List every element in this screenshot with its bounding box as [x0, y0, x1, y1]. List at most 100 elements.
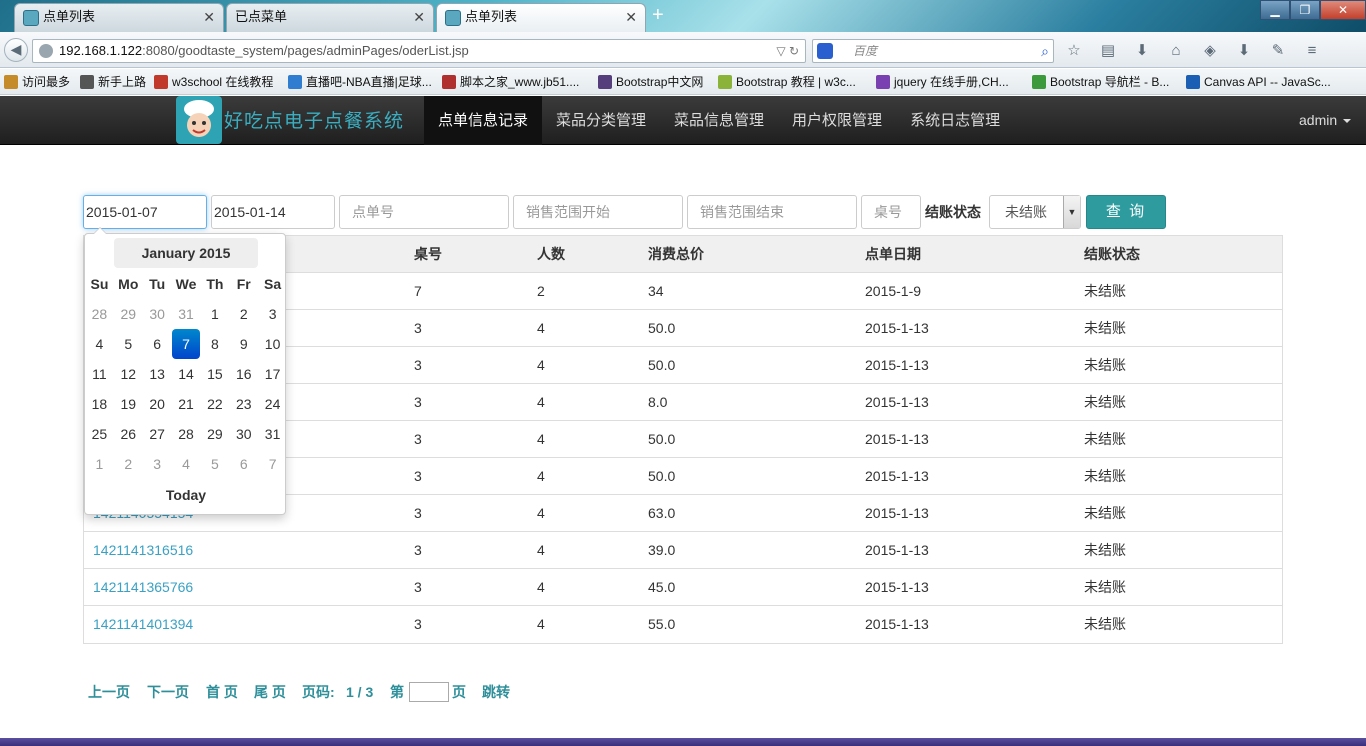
app-brand[interactable]: 好吃点电子点餐系统 — [224, 106, 404, 133]
datepicker-day[interactable]: 21 — [172, 389, 201, 419]
datepicker-day[interactable]: 31 — [258, 419, 287, 449]
datepicker-day[interactable]: 30 — [143, 299, 172, 329]
datepicker-day[interactable]: 29 — [200, 419, 229, 449]
nav-dish-category[interactable]: 菜品分类管理 — [542, 96, 660, 145]
jump-link[interactable]: 跳转 — [482, 680, 510, 704]
close-tab-icon[interactable]: ✕ — [413, 4, 425, 30]
datepicker-day[interactable]: 18 — [85, 389, 114, 419]
bookmark-item[interactable]: 脚本之家_www.jb51.... — [442, 69, 579, 94]
datepicker-day[interactable]: 5 — [200, 449, 229, 479]
close-tab-icon[interactable]: ✕ — [203, 4, 215, 30]
addon-icon[interactable]: ◈ — [1198, 40, 1222, 62]
address-bar[interactable]: 192.168.1.122:8080/goodtaste_system/page… — [32, 39, 806, 63]
reload-icon[interactable]: ▽ ↻ — [776, 40, 799, 62]
datepicker-day[interactable]: 25 — [85, 419, 114, 449]
end-date-input[interactable]: 2015-01-14 — [211, 195, 335, 229]
table-no-input[interactable]: 桌号 — [861, 195, 921, 229]
cell-order-no[interactable]: 1421141316516 — [93, 532, 193, 568]
datepicker-day[interactable]: 29 — [114, 299, 143, 329]
datepicker-day[interactable]: 11 — [85, 359, 114, 389]
datepicker-day[interactable]: 19 — [114, 389, 143, 419]
datepicker-day[interactable]: 3 — [258, 299, 287, 329]
datepicker-day[interactable]: 8 — [200, 329, 229, 359]
datepicker-day[interactable]: 4 — [85, 329, 114, 359]
tools-icon[interactable]: ✎ — [1266, 40, 1290, 62]
datepicker-day[interactable]: 13 — [143, 359, 172, 389]
datepicker-day[interactable]: 7 — [258, 449, 287, 479]
minimize-icon[interactable]: ▁ — [1260, 0, 1290, 20]
bookmark-item[interactable]: jquery 在线手册,CH... — [876, 69, 1009, 94]
prev-page-link[interactable]: 上一页 — [88, 680, 130, 704]
datepicker-day[interactable]: 2 — [114, 449, 143, 479]
datepicker-day[interactable]: 3 — [143, 449, 172, 479]
window-close-icon[interactable]: ✕ — [1320, 0, 1366, 20]
bookmark-item[interactable]: 新手上路 — [80, 69, 146, 94]
datepicker-month-switch[interactable]: January 2015 — [114, 238, 258, 268]
bookmark-item[interactable]: Bootstrap 导航栏 - B... — [1032, 69, 1169, 94]
datepicker-day[interactable]: 31 — [172, 299, 201, 329]
browser-tab-active[interactable]: 点单列表 ✕ — [436, 3, 646, 32]
menu-icon[interactable]: ≡ — [1300, 40, 1324, 62]
datepicker-day[interactable]: 16 — [229, 359, 258, 389]
datepicker-day[interactable]: 24 — [258, 389, 287, 419]
query-button[interactable]: 查 询 — [1086, 195, 1166, 229]
bookmark-item[interactable]: 访问最多 — [4, 69, 70, 94]
start-date-input[interactable]: 2015-01-07 — [83, 195, 207, 229]
datepicker-day[interactable]: 26 — [114, 419, 143, 449]
close-tab-icon[interactable]: ✕ — [625, 4, 637, 30]
datepicker-day[interactable]: 2 — [229, 299, 258, 329]
nav-system-log[interactable]: 系统日志管理 — [896, 96, 1014, 145]
back-icon[interactable]: ◀ — [4, 38, 28, 62]
cell-order-no[interactable]: 1421141365766 — [93, 569, 193, 605]
datepicker-day[interactable]: 22 — [200, 389, 229, 419]
search-icon[interactable]: ⌕ — [1041, 40, 1049, 62]
browser-tab[interactable]: 点单列表 ✕ — [14, 3, 224, 32]
maximize-icon[interactable]: ❐ — [1290, 0, 1320, 20]
datepicker-day[interactable]: 12 — [114, 359, 143, 389]
datepicker-day[interactable]: 20 — [143, 389, 172, 419]
datepicker-day-selected[interactable]: 7 — [171, 329, 201, 359]
downloads-arrow-icon[interactable]: ⬇ — [1130, 40, 1154, 62]
bookmark-star-icon[interactable]: ☆ — [1062, 40, 1086, 62]
datepicker-day[interactable]: 1 — [200, 299, 229, 329]
next-page-link[interactable]: 下一页 — [147, 680, 189, 704]
bookmark-item[interactable]: Bootstrap中文网 — [598, 69, 703, 94]
nav-order-records[interactable]: 点单信息记录 — [424, 96, 543, 145]
nav-user-permissions[interactable]: 用户权限管理 — [778, 96, 896, 145]
goto-page-input[interactable] — [409, 682, 449, 702]
bookmark-item[interactable]: Bootstrap 教程 | w3c... — [718, 69, 856, 94]
datepicker-day[interactable]: 4 — [172, 449, 201, 479]
bookmarks-list-icon[interactable]: ▤ — [1096, 40, 1120, 62]
datepicker-day[interactable]: 6 — [143, 329, 172, 359]
last-page-link[interactable]: 尾 页 — [254, 680, 286, 704]
sales-range-start-input[interactable]: 销售范围开始 — [513, 195, 683, 229]
status-select[interactable]: 未结账 ▼ — [989, 195, 1081, 229]
datepicker-day[interactable]: 15 — [200, 359, 229, 389]
datepicker-day[interactable]: 28 — [85, 299, 114, 329]
datepicker-day[interactable]: 9 — [229, 329, 258, 359]
nav-dish-info[interactable]: 菜品信息管理 — [660, 96, 778, 145]
datepicker-today-button[interactable]: Today — [85, 480, 287, 510]
datepicker-day[interactable]: 30 — [229, 419, 258, 449]
sales-range-end-input[interactable]: 销售范围结束 — [687, 195, 857, 229]
datepicker-day[interactable]: 27 — [143, 419, 172, 449]
bookmark-item[interactable]: 直播吧-NBA直播|足球... — [288, 69, 432, 94]
datepicker-day[interactable]: 23 — [229, 389, 258, 419]
datepicker-day[interactable]: 5 — [114, 329, 143, 359]
new-tab-icon[interactable]: + — [652, 4, 664, 26]
order-no-input[interactable]: 点单号 — [339, 195, 509, 229]
bookmark-item[interactable]: Canvas API -- JavaSc... — [1186, 69, 1331, 94]
user-menu[interactable]: admin — [1299, 96, 1352, 145]
datepicker-day[interactable]: 28 — [172, 419, 201, 449]
browser-tab[interactable]: 已点菜单 ✕ — [226, 3, 434, 32]
first-page-link[interactable]: 首 页 — [206, 680, 238, 704]
home-icon[interactable]: ⌂ — [1164, 40, 1188, 62]
datepicker-day[interactable]: 1 — [85, 449, 114, 479]
search-input[interactable]: 百度 ⌕ — [812, 39, 1054, 63]
cell-order-no[interactable]: 1421141401394 — [93, 606, 193, 642]
datepicker-day[interactable]: 6 — [229, 449, 258, 479]
datepicker-day[interactable]: 10 — [258, 329, 287, 359]
bookmark-item[interactable]: w3school 在线教程 — [154, 69, 273, 94]
download-manager-icon[interactable]: ⬇ — [1232, 40, 1256, 62]
datepicker-day[interactable]: 17 — [258, 359, 287, 389]
